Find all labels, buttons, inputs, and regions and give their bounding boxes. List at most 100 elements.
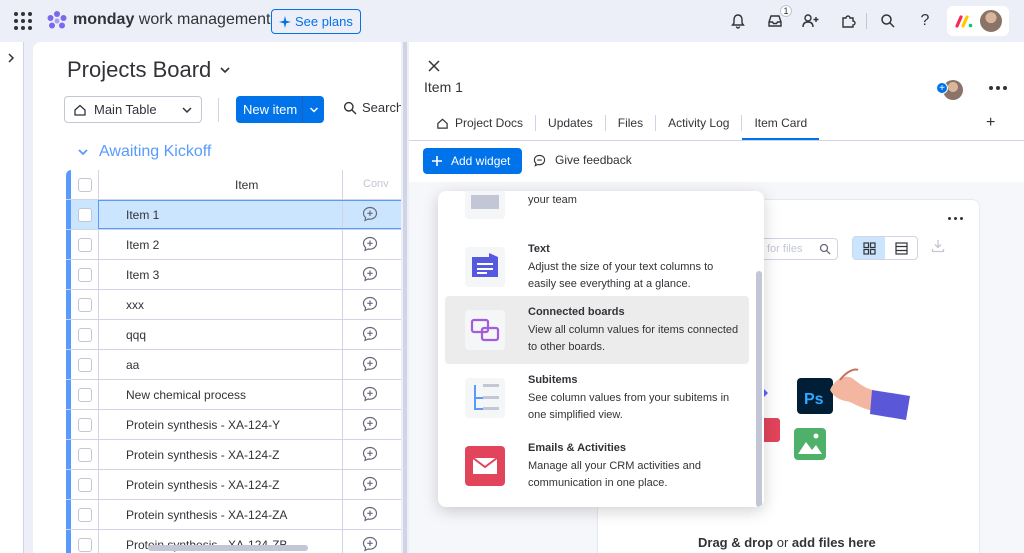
search-icon [819,243,831,255]
widget-option-files[interactable]: Manage and collaborate on your files wit… [445,191,749,233]
item-name[interactable]: Item 3 [126,268,159,282]
item-name[interactable]: xxx [126,298,144,312]
panel-resize-handle[interactable] [401,42,409,553]
row-checkbox[interactable] [78,208,92,222]
item-name[interactable]: Protein synthesis - XA-124-Y [126,418,280,432]
add-update-icon[interactable] [362,296,378,312]
drag-drop-hint[interactable]: Drag & drop or add files here [698,535,876,550]
see-plans-button[interactable]: See plans [271,9,361,34]
close-icon[interactable] [426,58,442,74]
board-title-chevron-icon[interactable] [219,64,231,76]
add-view-icon[interactable]: + [986,114,995,132]
board-title[interactable]: Projects Board [67,57,211,83]
table-row[interactable]: Protein synthesis - XA-124-Y [66,410,409,440]
widget-option-connected-boards[interactable]: Connected boards View all column values f… [445,296,749,364]
row-checkbox[interactable] [78,478,92,492]
monday-mark-icon [955,15,973,28]
row-checkbox[interactable] [78,238,92,252]
add-update-icon[interactable] [362,476,378,492]
add-update-icon[interactable] [362,386,378,402]
topbar-divider [866,13,867,29]
widget-more-icon[interactable] [948,217,963,220]
item-tabs: Project Docs Updates Files Activity Log … [424,106,819,140]
new-item-button[interactable]: New item [236,96,324,123]
table-row[interactable]: Item 3 [66,260,409,290]
row-checkbox[interactable] [78,388,92,402]
add-update-icon[interactable] [362,326,378,342]
row-checkbox[interactable] [78,508,92,522]
add-update-icon[interactable] [362,236,378,252]
group-collapse-chevron-icon[interactable] [77,146,89,158]
column-header-item[interactable]: Item [235,178,258,192]
apps-grid-icon[interactable] [14,12,32,30]
row-checkbox[interactable] [78,268,92,282]
group-title[interactable]: Awaiting Kickoff [77,143,211,161]
add-update-icon[interactable] [362,416,378,432]
notifications-bell-icon[interactable] [728,11,748,31]
expand-chevron-icon[interactable] [6,52,16,64]
brand-name: monday work management [73,11,271,28]
text-widget-icon [465,247,505,287]
integrations-puzzle-icon[interactable] [838,11,858,31]
table-row[interactable]: Protein synthesis - XA-124-Z [66,440,409,470]
give-feedback-button[interactable]: Give feedback [533,153,632,167]
item-name[interactable]: aa [126,358,139,372]
table-row[interactable]: Protein synthesis - XA-124-ZA [66,500,409,530]
item-name[interactable]: qqq [126,328,146,342]
row-checkbox[interactable] [78,538,92,552]
tab-files[interactable]: Files [606,106,655,140]
add-update-icon[interactable] [362,266,378,282]
widget-option-subitems[interactable]: Subitems See column values from your subi… [445,364,749,432]
item-name[interactable]: Protein synthesis - XA-124-Z [126,478,279,492]
row-checkbox[interactable] [78,328,92,342]
item-name[interactable]: Protein synthesis - XA-124-Z [126,448,279,462]
tab-item-card[interactable]: Item Card [742,106,819,140]
board-search-button[interactable]: Search [343,100,403,115]
item-title[interactable]: Item 1 [424,79,463,95]
user-avatar[interactable] [978,8,1004,34]
item-name[interactable]: Item 2 [126,238,159,252]
chevron-down-icon [182,107,192,114]
widget-option-emails-activities[interactable]: Emails & Activities Manage all your CRM a… [445,432,749,500]
add-update-icon[interactable] [362,506,378,522]
table-row[interactable]: qqq [66,320,409,350]
table-row[interactable]: New chemical process [66,380,409,410]
toolbar-divider [218,98,219,122]
tab-project-docs[interactable]: Project Docs [424,106,535,140]
help-icon[interactable]: ? [915,11,935,31]
table-row[interactable]: xxx [66,290,409,320]
horizontal-scrollbar[interactable] [148,545,308,551]
row-checkbox[interactable] [78,448,92,462]
row-checkbox[interactable] [78,298,92,312]
table-row[interactable]: aa [66,350,409,380]
row-checkbox[interactable] [78,358,92,372]
new-item-dropdown-chevron-icon[interactable] [303,105,324,115]
invite-members-icon[interactable] [800,11,820,31]
tab-updates[interactable]: Updates [536,106,605,140]
table-row[interactable]: Item 1 [66,200,409,230]
menu-scrollbar[interactable] [756,271,762,507]
table-view-icon[interactable] [885,237,917,259]
grid-view-icon[interactable] [853,237,885,259]
row-checkbox[interactable] [78,418,92,432]
inbox-badge: 1 [780,5,792,17]
column-header-conversation[interactable]: Conv [363,178,389,190]
add-widget-button[interactable]: Add widget [423,148,522,174]
add-update-icon[interactable] [362,446,378,462]
table-row[interactable]: Item 2 [66,230,409,260]
download-icon[interactable] [931,239,945,253]
more-options-icon[interactable] [989,86,1007,90]
main-table-view-select[interactable]: Main Table [64,96,202,123]
search-icon[interactable] [878,11,898,31]
add-update-icon[interactable] [362,356,378,372]
item-name[interactable]: Protein synthesis - XA-124-ZA [126,508,287,522]
select-all-checkbox[interactable] [78,178,92,192]
add-subscriber-icon[interactable]: + [936,82,948,94]
table-header-row: Item Conv [66,170,409,200]
widget-option-text[interactable]: Text Adjust the size of your text columns… [445,233,749,301]
tab-activity-log[interactable]: Activity Log [656,106,741,140]
table-row[interactable]: Protein synthesis - XA-124-Z [66,470,409,500]
add-update-icon[interactable] [362,536,378,552]
item-name[interactable]: New chemical process [126,388,246,402]
plus-icon [432,156,442,166]
